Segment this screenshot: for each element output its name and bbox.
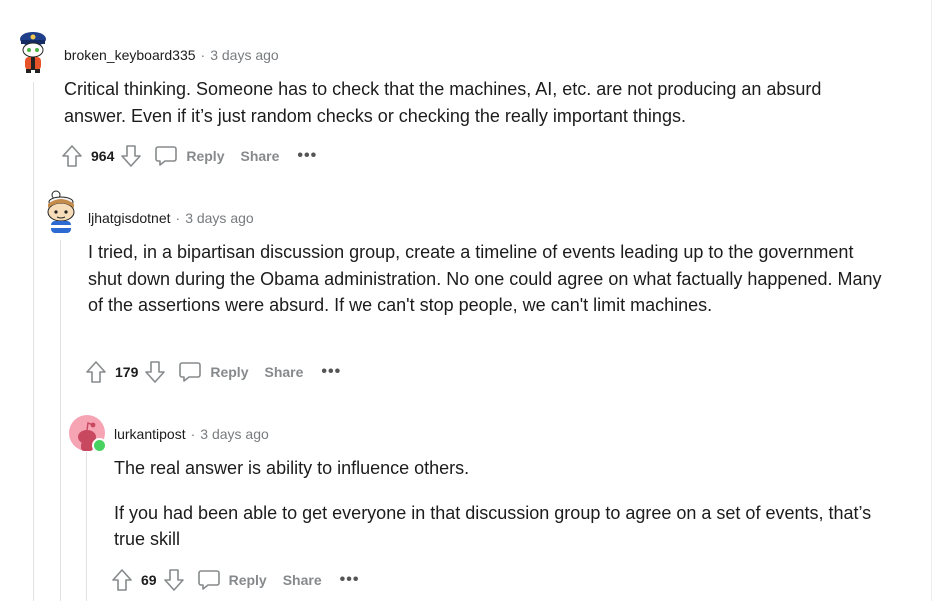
share-button[interactable]: Share	[240, 148, 279, 164]
downvote-icon[interactable]	[163, 568, 185, 592]
comment-body: Critical thinking. Someone has to check …	[64, 76, 884, 129]
comment-bubble-icon	[155, 146, 178, 166]
comment-actions: 179 Reply Share •••	[85, 359, 341, 385]
avatar[interactable]	[42, 190, 80, 236]
reply-label: Reply	[228, 572, 267, 588]
reply-button[interactable]: Reply	[197, 568, 267, 592]
snoo-police-avatar-icon	[20, 32, 46, 73]
thread-line-2[interactable]	[60, 240, 61, 601]
comment-bubble-icon	[197, 570, 220, 590]
meta-separator: ·	[190, 426, 196, 442]
comment-paragraph: If you had been able to get everyone in …	[114, 502, 872, 550]
meta-separator: ·	[200, 47, 206, 63]
thread-line-1[interactable]	[33, 82, 34, 601]
comment-body: The real answer is ability to influence …	[114, 455, 894, 553]
vote-count: 964	[91, 148, 115, 164]
more-options-icon[interactable]: •••	[340, 571, 360, 589]
vote-count: 179	[115, 364, 139, 380]
comment-timestamp[interactable]: 3 days ago	[210, 47, 279, 63]
vote-count: 69	[141, 572, 157, 588]
author-username[interactable]: broken_keyboard335	[64, 47, 196, 63]
reply-button[interactable]: Reply	[154, 144, 224, 168]
comment-timestamp[interactable]: 3 days ago	[200, 426, 269, 442]
reply-label: Reply	[210, 364, 249, 380]
page-edge-divider	[931, 0, 932, 601]
comment-actions: 964 Reply Share •••	[61, 143, 317, 169]
share-button[interactable]: Share	[264, 364, 303, 380]
more-options-icon[interactable]: •••	[297, 147, 317, 165]
downvote-icon[interactable]	[120, 144, 142, 168]
avatar[interactable]	[69, 415, 107, 453]
comment-paragraph: I tried, in a bipartisan discussion grou…	[88, 242, 882, 315]
comment-meta: lurkantipost · 3 days ago	[114, 426, 269, 442]
comment-actions: 69 Reply Share •••	[111, 567, 359, 593]
reply-button[interactable]: Reply	[178, 360, 248, 384]
reply-label: Reply	[186, 148, 225, 164]
comment-bubble-icon	[179, 362, 202, 382]
comment-meta: broken_keyboard335 · 3 days ago	[64, 47, 279, 63]
comment-paragraph: Critical thinking. Someone has to check …	[64, 79, 822, 126]
comment-paragraph: The real answer is ability to influence …	[114, 458, 470, 478]
downvote-icon[interactable]	[144, 360, 166, 384]
more-options-icon[interactable]: •••	[321, 363, 341, 381]
comment-body: I tried, in a bipartisan discussion grou…	[88, 239, 888, 319]
author-username[interactable]: lurkantipost	[114, 426, 186, 442]
meta-separator: ·	[175, 210, 181, 226]
upvote-icon[interactable]	[61, 144, 83, 168]
thread-line-3[interactable]	[86, 452, 87, 601]
comment-meta: ljhatgisdotnet · 3 days ago	[88, 210, 254, 226]
comment-timestamp[interactable]: 3 days ago	[185, 210, 254, 226]
author-username[interactable]: ljhatgisdotnet	[88, 210, 171, 226]
upvote-icon[interactable]	[85, 360, 107, 384]
avatar[interactable]	[16, 28, 50, 74]
upvote-icon[interactable]	[111, 568, 133, 592]
share-button[interactable]: Share	[283, 572, 322, 588]
snoo-hat-avatar-icon	[47, 190, 75, 233]
online-status-indicator	[92, 438, 107, 453]
